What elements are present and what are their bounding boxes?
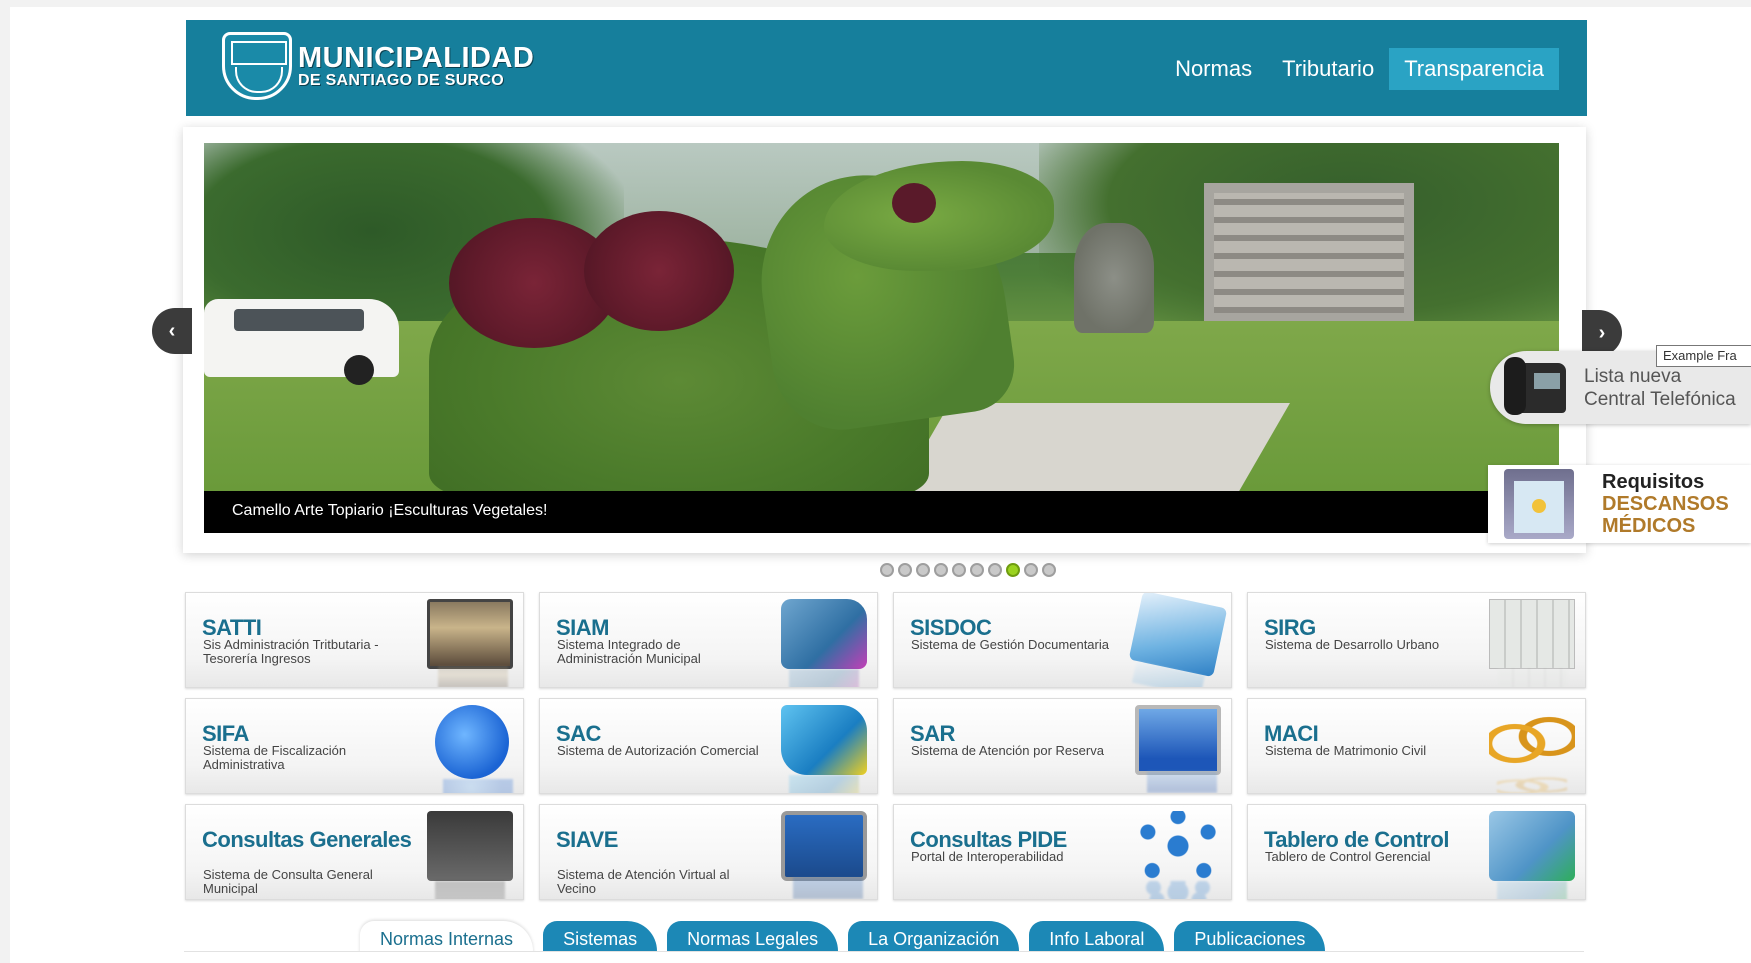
nav-tributario[interactable]: Tributario — [1267, 48, 1389, 90]
tile-tablero-control[interactable]: Tablero de Control Tablero de Control Ge… — [1247, 804, 1586, 900]
monitor-users-icon — [427, 811, 513, 881]
chevron-left-icon: ‹ — [168, 319, 176, 342]
slider-pagination — [880, 563, 1056, 577]
logo-text: MUNICIPALIDAD DE SANTIAGO DE SURCO — [298, 41, 535, 89]
tile-description: Sis Administración Tritbutaria - Tesorer… — [203, 637, 379, 666]
req-line1: Requisitos — [1602, 471, 1705, 493]
req-line3: MÉDICOS — [1602, 515, 1696, 537]
req-widget-text: Requisitos DESCANSOS MÉDICOS — [1602, 471, 1729, 537]
tile-description: Sistema de Gestión Documentaria — [911, 637, 1109, 652]
crest-icon — [222, 32, 292, 100]
slide-photo[interactable] — [204, 143, 1559, 491]
slider-prev-button[interactable]: ‹ — [152, 308, 192, 354]
tile-satti[interactable]: SATTI Sis Administración Tritbutaria - T… — [185, 592, 524, 688]
slider-dot[interactable] — [1042, 563, 1056, 577]
slider-dot[interactable] — [952, 563, 966, 577]
folder-chart-icon — [1489, 811, 1575, 881]
monitor-icon — [427, 599, 513, 669]
van-image — [204, 299, 399, 385]
slider-dot[interactable] — [934, 563, 948, 577]
tile-sar[interactable]: SAR Sistema de Atención por Reserva — [893, 698, 1232, 794]
slide-caption: Camello Arte Topiario ¡Esculturas Vegeta… — [204, 491, 1559, 533]
network-icon — [1135, 811, 1221, 881]
site-header: MUNICIPALIDAD DE SANTIAGO DE SURCO Norma… — [186, 20, 1587, 116]
phone-widget-text: Lista nueva Central Telefónica — [1584, 365, 1736, 411]
telephone-icon — [1504, 357, 1566, 415]
tile-description: Sistema de Matrimonio Civil — [1265, 743, 1427, 758]
tile-consultas-generales[interactable]: Consultas Generales Sistema de Consulta … — [185, 804, 524, 900]
tile-description: Sistema Integrado de Administración Muni… — [557, 637, 701, 666]
tile-consultas-pide[interactable]: Consultas PIDE Portal de Interoperabilid… — [893, 804, 1232, 900]
systems-grid: SATTI Sis Administración Tritbutaria - T… — [185, 592, 1586, 900]
tile-description: Sistema de Atención por Reserva — [911, 743, 1104, 758]
nav-normas[interactable]: Normas — [1160, 48, 1267, 90]
tile-sisdoc[interactable]: SISDOC Sistema de Gestión Documentaria — [893, 592, 1232, 688]
slider-dot[interactable] — [988, 563, 1002, 577]
tile-title: Consultas Generales — [202, 827, 412, 852]
slider-dot[interactable] — [1024, 563, 1038, 577]
tile-description: Sistema de Consulta General Municipal — [203, 867, 373, 896]
tile-description: Sistema de Desarrollo Urbano — [1265, 637, 1440, 652]
tile-description: Sistema de Autorización Comercial — [557, 743, 759, 758]
folder-cubes-icon — [781, 599, 867, 669]
rings-icon — [1489, 705, 1575, 775]
screens-icon — [781, 811, 867, 881]
tile-maci[interactable]: MACI Sistema de Matrimonio Civil — [1247, 698, 1586, 794]
tile-siave[interactable]: SIAVE Sistema de Atención Virtual al Vec… — [539, 804, 878, 900]
slider-dot[interactable] — [970, 563, 984, 577]
req-line2: DESCANSOS — [1602, 493, 1729, 515]
tile-sac[interactable]: SAC Sistema de Autorización Comercial — [539, 698, 878, 794]
main-nav: Normas Tributario Transparencia — [1160, 48, 1559, 90]
tile-description: Sistema de Atención Virtual al Vecino — [557, 867, 730, 896]
slider-dot[interactable] — [898, 563, 912, 577]
slider-dot[interactable] — [880, 563, 894, 577]
example-frame-badge: Example Fra — [1656, 345, 1751, 367]
nav-transparencia[interactable]: Transparencia — [1389, 48, 1559, 90]
chevron-right-icon: › — [1598, 321, 1606, 344]
tile-description: Portal de Interoperabilidad — [911, 849, 1064, 864]
magnifier-icon — [435, 705, 509, 779]
tile-description: Sistema de Fiscalización Administrativa — [203, 743, 347, 772]
phone-line1: Lista nueva — [1584, 366, 1682, 387]
logo-line1: MUNICIPALIDAD — [298, 41, 535, 74]
tile-siam[interactable]: SIAM Sistema Integrado de Administración… — [539, 592, 878, 688]
tile-title: SIAVE — [556, 827, 618, 852]
tile-description: Tablero de Control Gerencial — [1265, 849, 1431, 864]
computer-icon — [1135, 705, 1221, 775]
tile-sirg[interactable]: SIRG Sistema de Desarrollo Urbano — [1247, 592, 1586, 688]
tile-sifa[interactable]: SIFA Sistema de Fiscalización Administra… — [185, 698, 524, 794]
clipboard-icon — [1504, 469, 1574, 539]
tab-panel — [184, 951, 1584, 963]
municipality-logo[interactable]: MUNICIPALIDAD DE SANTIAGO DE SURCO — [222, 32, 534, 100]
phone-line2: Central Telefónica — [1584, 389, 1736, 410]
slider-dot[interactable] — [916, 563, 930, 577]
logo-line2: DE SANTIAGO DE SURCO — [298, 71, 505, 89]
medical-requirements-widget[interactable]: Requisitos DESCANSOS MÉDICOS — [1488, 465, 1751, 543]
folder-color-icon — [781, 705, 867, 775]
map-icon — [1489, 599, 1575, 669]
slider-dot-active[interactable] — [1006, 563, 1020, 577]
image-slider: Camello Arte Topiario ¡Esculturas Vegeta… — [183, 127, 1586, 553]
documents-pen-icon — [1128, 593, 1228, 678]
